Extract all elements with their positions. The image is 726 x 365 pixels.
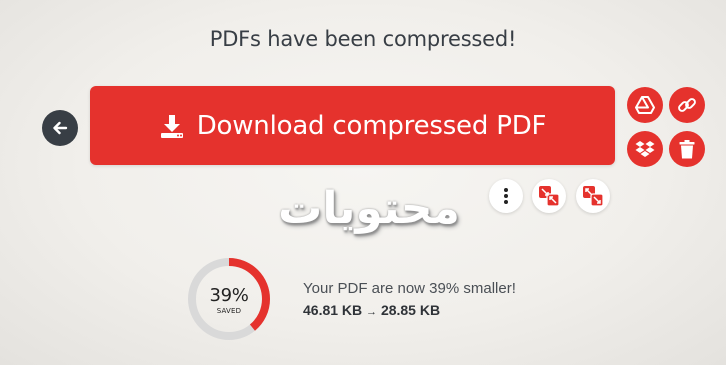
expand-tool-button[interactable] — [576, 179, 610, 213]
size-comparison: 46.81 KB → 28.85 KB — [303, 302, 440, 318]
result-message: Your PDF are now 39% smaller! — [303, 280, 516, 297]
back-button[interactable] — [42, 110, 78, 146]
savings-gauge: 39% SAVED — [187, 257, 271, 341]
arrow-left-icon — [53, 121, 68, 135]
google-drive-button[interactable] — [627, 87, 663, 123]
percent-saved: 39% — [209, 285, 249, 306]
dropbox-button[interactable] — [627, 131, 663, 167]
expand-icon — [583, 186, 603, 206]
new-size: 28.85 KB — [380, 302, 441, 318]
copy-link-button[interactable] — [669, 87, 705, 123]
saved-label: SAVED — [216, 307, 242, 315]
link-icon — [678, 98, 696, 112]
trash-icon — [679, 139, 695, 158]
dropbox-icon — [635, 141, 655, 157]
vertical-dots-icon — [504, 188, 508, 204]
compress-icon — [539, 186, 559, 206]
delete-button[interactable] — [669, 131, 705, 167]
google-drive-icon — [635, 96, 655, 114]
download-icon — [159, 113, 185, 139]
size-arrow: → — [366, 306, 378, 318]
more-options-button[interactable] — [489, 179, 523, 213]
download-button[interactable]: Download compressed PDF — [90, 86, 615, 165]
watermark-logo: محتويات — [278, 182, 460, 234]
download-label: Download compressed PDF — [196, 110, 547, 141]
compress-again-button[interactable] — [532, 179, 566, 213]
original-size: 46.81 KB — [303, 302, 363, 318]
page-title: PDFs have been compressed! — [209, 27, 517, 51]
